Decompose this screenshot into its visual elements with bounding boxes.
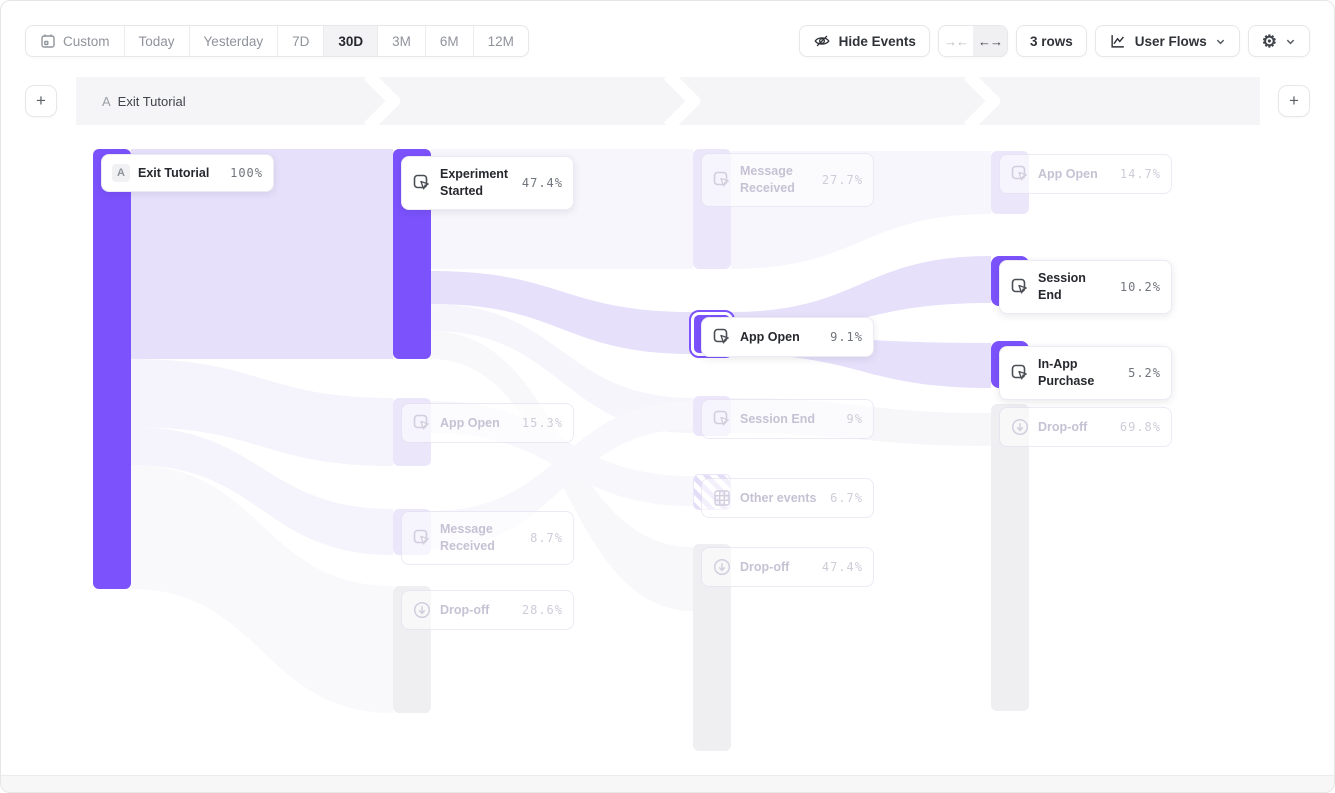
node-card-experiment-started[interactable]: Experiment Started 47.4%	[401, 156, 574, 210]
node-card-drop-off-step3[interactable]: Drop-off 47.4%	[701, 547, 874, 587]
node-card-app-open-step4[interactable]: App Open 14.7%	[999, 154, 1172, 194]
node-percent: 69.8%	[1120, 420, 1161, 434]
node-percent: 8.7%	[530, 531, 563, 545]
node-card-other-events[interactable]: Other events 6.7%	[701, 478, 874, 518]
node-label: Exit Tutorial	[138, 165, 222, 182]
event-click-icon	[712, 327, 732, 347]
node-percent: 27.7%	[822, 173, 863, 187]
drop-off-icon	[412, 600, 432, 620]
node-percent: 10.2%	[1120, 280, 1161, 294]
node-percent: 47.4%	[822, 560, 863, 574]
node-percent: 14.7%	[1120, 167, 1161, 181]
node-label: Experiment Started	[440, 166, 514, 200]
event-click-icon	[412, 528, 432, 548]
grid-icon	[712, 488, 732, 508]
node-bar-exit-tutorial[interactable]	[93, 149, 131, 589]
event-click-icon	[712, 409, 732, 429]
user-flows-app: Custom Today Yesterday 7D 30D 3M 6M 12M …	[0, 0, 1335, 793]
node-percent: 9.1%	[830, 330, 863, 344]
node-percent: 28.6%	[522, 603, 563, 617]
node-card-in-app-purchase[interactable]: In-App Purchase 5.2%	[999, 346, 1172, 400]
node-label: Drop-off	[1038, 419, 1112, 436]
node-percent: 47.4%	[522, 176, 563, 190]
node-bar-drop-off-step4[interactable]	[991, 404, 1029, 711]
node-card-message-received-step2[interactable]: Message Received 8.7%	[401, 511, 574, 565]
node-label: In-App Purchase	[1038, 356, 1120, 390]
event-click-icon	[712, 170, 732, 190]
event-click-icon	[412, 413, 432, 433]
node-card-message-received-step3[interactable]: Message Received 27.7%	[701, 153, 874, 207]
drop-off-icon	[712, 557, 732, 577]
node-card-exit-tutorial[interactable]: A Exit Tutorial 100%	[101, 154, 274, 192]
node-label: Other events	[740, 490, 822, 507]
node-percent: 9%	[847, 412, 863, 426]
node-label: Drop-off	[440, 602, 514, 619]
node-label: Message Received	[740, 163, 814, 197]
node-percent: 15.3%	[522, 416, 563, 430]
node-label: Drop-off	[740, 559, 814, 576]
node-card-app-open-step2[interactable]: App Open 15.3%	[401, 403, 574, 443]
event-click-icon	[412, 173, 432, 193]
series-a-badge: A	[112, 164, 130, 182]
event-click-icon	[1010, 277, 1030, 297]
node-label: App Open	[440, 415, 514, 432]
drop-off-icon	[1010, 417, 1030, 437]
node-card-session-end-step4[interactable]: Session End 10.2%	[999, 260, 1172, 314]
node-label: App Open	[1038, 166, 1112, 183]
node-label: Session End	[740, 411, 839, 428]
node-label: Session End	[1038, 270, 1112, 304]
node-label: App Open	[740, 329, 822, 346]
event-click-icon	[1010, 363, 1030, 383]
horizontal-scrollbar[interactable]	[1, 775, 1334, 792]
node-card-app-open-step3[interactable]: App Open 9.1%	[701, 317, 874, 357]
event-click-icon	[1010, 164, 1030, 184]
node-card-session-end-step3[interactable]: Session End 9%	[701, 399, 874, 439]
node-label: Message Received	[440, 521, 522, 555]
node-card-drop-off-step4[interactable]: Drop-off 69.8%	[999, 407, 1172, 447]
node-percent: 5.2%	[1128, 366, 1161, 380]
node-percent: 6.7%	[830, 491, 863, 505]
node-percent: 100%	[230, 166, 263, 180]
node-card-drop-off-step2[interactable]: Drop-off 28.6%	[401, 590, 574, 630]
